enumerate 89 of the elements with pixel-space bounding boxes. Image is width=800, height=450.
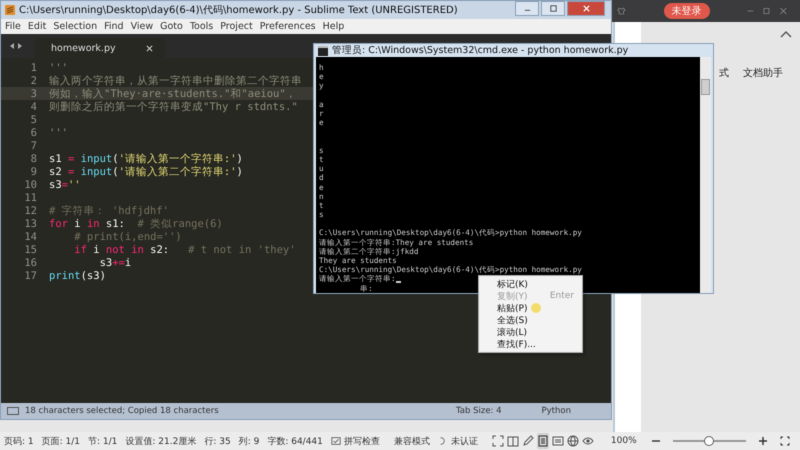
status-text: 字数: 64/441 (267, 436, 323, 448)
line-number: 12 (23, 204, 38, 216)
code-line: if i not in s2: # t not in 'they' (73, 244, 296, 256)
console-icon (318, 46, 328, 56)
app-icon (5, 5, 15, 15)
code-line: s3='' (49, 178, 81, 190)
code-line: # 字符串： 'hdfjdhf' (49, 204, 169, 218)
status-text: 列: 9 (238, 436, 260, 448)
page-view-icon[interactable] (536, 433, 549, 449)
fit-window-icon[interactable] (780, 436, 790, 446)
pointer-highlight-icon (531, 303, 541, 313)
document-assistant-button[interactable]: 文档助手 (743, 66, 783, 80)
code-line: 输入两个字符串，从第一字符串中删除第二个字符串 (49, 74, 302, 88)
menu-item[interactable]: 查找(F)... (479, 338, 582, 350)
window-title: 管理员: C:\Windows\System32\cmd.exe - python homework.py (332, 44, 628, 57)
line-number: 9 (30, 166, 38, 178)
code-line: 则删除之后的第一个字符串变成"Thy r stdnts." (49, 100, 298, 114)
window-title: C:\Users\running\Desktop\day6(6-4)\代码\homework.py - Sublime Text (UNREGISTERED) (19, 4, 458, 17)
tab-navigation-icon[interactable] (9, 42, 23, 50)
restore-icon[interactable] (762, 5, 772, 17)
menu-item[interactable]: Help (322, 21, 344, 32)
line-number: 4 (30, 100, 38, 112)
globe-icon[interactable] (566, 433, 579, 449)
login-status-badge[interactable]: 未登录 (664, 3, 710, 19)
collapse-icon[interactable] (780, 30, 792, 38)
line-number: 13 (23, 218, 38, 230)
menu-item[interactable]: Selection (53, 21, 98, 32)
line-number: 3 (30, 88, 38, 100)
certification-button[interactable]: 未认证 (438, 434, 478, 448)
line-number: 1 (30, 62, 38, 74)
line-number: 7 (30, 140, 38, 152)
styles-menu[interactable]: 式 (719, 66, 729, 80)
code-line: s3+=i (98, 256, 132, 268)
menu-item[interactable]: Tools (190, 21, 214, 32)
status-text: 页码: 1 (4, 436, 34, 448)
code-line: ''' (49, 62, 68, 74)
zoom-in-icon[interactable] (758, 436, 768, 446)
slider-thumb[interactable] (704, 436, 714, 446)
code-line: s2 = input('请输入第二个字符串:') (49, 164, 243, 178)
code-line: 例如，输入"They·are·students."和"aeiou"， (49, 86, 297, 100)
expand-icon[interactable] (492, 433, 504, 449)
line-number: 15 (23, 244, 38, 256)
shirt-icon[interactable] (616, 5, 626, 17)
menu-item[interactable]: 全选(S) (479, 314, 582, 326)
menu-item[interactable]: 滚动(L) (479, 326, 582, 338)
code-line: print(s3) (49, 270, 106, 282)
code-line: s1 = input('请输入第一个字符串:') (49, 152, 243, 166)
line-number: 8 (30, 152, 38, 164)
menu-item[interactable]: 标记(K) (479, 278, 582, 290)
code-line: # print(i,end='') (73, 230, 182, 242)
close-icon[interactable] (146, 44, 153, 52)
maximize-button[interactable] (541, 1, 565, 16)
menu-item[interactable]: File (5, 21, 21, 32)
line-number: 2 (30, 74, 38, 86)
line-number: 17 (23, 270, 38, 282)
line-number: 16 (23, 256, 38, 268)
line-number: 14 (23, 230, 38, 242)
checkbox-icon (330, 436, 341, 446)
menu-item[interactable]: Find (104, 21, 124, 32)
scrollbar[interactable] (700, 57, 711, 293)
close-icon (582, 4, 590, 13)
status-text: 节: 1/1 (88, 436, 118, 448)
menu-item[interactable]: Preferences (260, 21, 316, 32)
file-tab[interactable]: homework.py (35, 38, 165, 58)
line-number: 11 (23, 192, 38, 204)
spell-check-button[interactable]: 拼写检查 (330, 434, 380, 448)
menu-item[interactable]: Edit (28, 21, 46, 32)
status-message: 18 characters selected; Copied 18 characters (25, 406, 220, 416)
status-text: 设置值: 21.2厘米 (125, 436, 196, 448)
menu-item[interactable]: Goto (160, 21, 183, 32)
monitor-icon[interactable] (7, 406, 19, 416)
status-text: 页面: 1/1 (42, 436, 80, 448)
zoom-level-dropdown[interactable]: 100% (610, 436, 637, 446)
line-number: 6 (30, 126, 38, 138)
tab-size-selector[interactable]: Tab Size: 4 (456, 406, 502, 416)
text-cursor (396, 280, 401, 282)
maximize-icon (548, 4, 558, 13)
menu-item[interactable]: 粘贴(P) (479, 302, 582, 314)
syntax-selector[interactable]: Python (542, 406, 571, 416)
code-line: ''' (49, 126, 68, 138)
menu-item[interactable]: View (130, 21, 154, 32)
line-number: 5 (30, 114, 38, 126)
code-line: for i in s1: # 类似range(6) (49, 216, 223, 230)
status-text: 行: 35 (204, 436, 231, 448)
pen-icon[interactable] (522, 433, 534, 449)
line-number: 10 (23, 178, 38, 190)
menu-item[interactable]: Project (220, 21, 253, 32)
status-text: 兼容模式 (394, 436, 430, 448)
close-button[interactable] (567, 1, 605, 16)
